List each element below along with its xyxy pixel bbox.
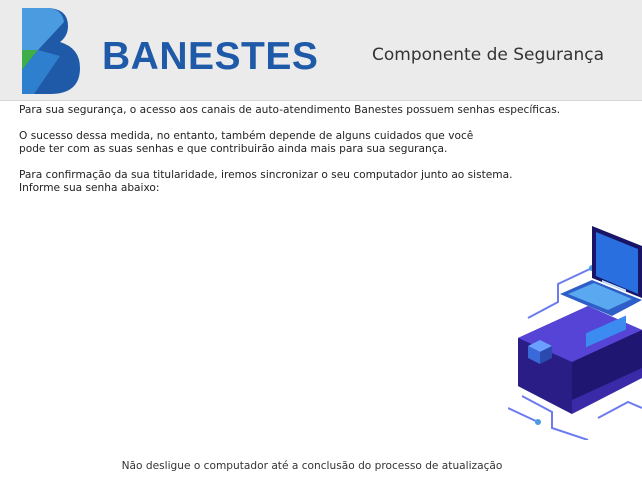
care-text-line-1: O sucesso dessa medida, no entanto, tamb… — [19, 130, 474, 142]
confirmation-text-line-1: Para confirmação da sua titularidade, ir… — [19, 169, 513, 181]
instructions: Para sua segurança, o acesso aos canais … — [19, 104, 619, 208]
security-paragraph: Para sua segurança, o acesso aos canais … — [19, 104, 619, 117]
banestes-logo-icon — [22, 8, 80, 94]
care-text-line-2: pode ter com as suas senhas e que contri… — [19, 143, 448, 155]
component-title: Componente de Segurança — [372, 45, 604, 65]
care-paragraph: O sucesso dessa medida, no entanto, tamb… — [19, 130, 619, 156]
confirmation-paragraph: Para confirmação da sua titularidade, ir… — [19, 169, 619, 195]
header: BANESTES Componente de Segurança — [0, 0, 642, 101]
footer-notice: Não desligue o computador até a conclusã… — [121, 460, 503, 472]
laptop-network-illustration — [508, 226, 642, 440]
brand-name: BANESTES — [102, 35, 319, 78]
security-text-line: Para sua segurança, o acesso aos canais … — [19, 104, 561, 116]
password-prompt: Informe sua senha abaixo: — [19, 182, 160, 194]
